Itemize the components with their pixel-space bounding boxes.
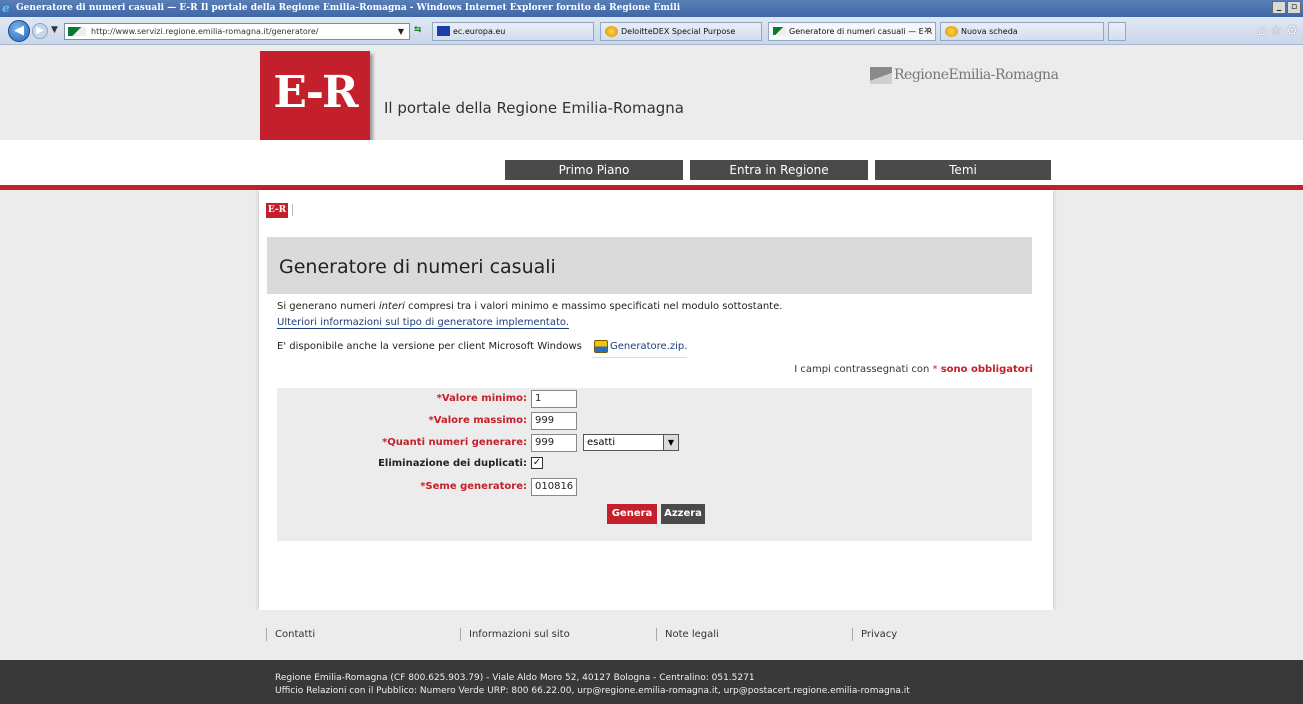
max-value-input[interactable]: 999 (531, 412, 577, 430)
footer-link-info[interactable]: Informazioni sul sito (460, 628, 570, 641)
genera-button[interactable]: Genera (607, 504, 657, 524)
gear-icon[interactable]: ⚙ (1285, 23, 1301, 39)
intro-before: Si generano numeri (277, 301, 379, 312)
min-value-input[interactable]: 1 (531, 390, 577, 408)
maximize-button[interactable]: ▫ (1287, 1, 1301, 14)
region-flag-icon (870, 66, 892, 84)
site-flag-icon (773, 27, 786, 35)
address-dropdown-icon[interactable]: ▼ (394, 24, 408, 39)
footer-address: Regione Emilia-Romagna (CF 800.625.903.7… (275, 673, 755, 683)
main-content: E-R Generatore di numeri casuali Si gene… (259, 190, 1053, 610)
zip-file-icon (594, 340, 608, 353)
client-text: E' disponibile anche la versione per cli… (277, 341, 582, 352)
window-title: Generatore di numeri casuali — E-R Il po… (16, 3, 681, 13)
mode-selected: esatti (587, 437, 616, 448)
forward-arrow-icon[interactable]: ▶ (32, 23, 48, 39)
menu-temi[interactable]: Temi (875, 160, 1051, 180)
menu-primo-piano[interactable]: Primo Piano (505, 160, 683, 180)
address-bar[interactable]: http://www.servizi.regione.emilia-romagn… (64, 23, 410, 40)
browser-right-icons: ⌂☆⚙ (1258, 23, 1301, 39)
tab-label: DeloitteDEX Special Purpose (621, 27, 736, 36)
required-suffix: sono obbligatori (940, 364, 1033, 375)
close-tab-icon[interactable]: ✕ (923, 23, 931, 40)
tab-deloitte[interactable]: DeloitteDEX Special Purpose (600, 22, 762, 41)
refresh-icon[interactable]: ⇆ (414, 25, 430, 38)
mode-select[interactable]: esatti ▼ (583, 434, 679, 451)
ie-page-icon (945, 26, 958, 37)
breadcrumb-home[interactable]: E-R (266, 203, 288, 218)
footer-links: Contatti Informazioni sul sito Note lega… (0, 610, 1303, 660)
menu-entra-in-regione[interactable]: Entra in Regione (690, 160, 868, 180)
required-prefix: I campi contrassegnati con (794, 364, 930, 375)
minimize-button[interactable]: _ (1272, 1, 1286, 14)
page-title: Generatore di numeri casuali (279, 256, 556, 278)
page-title-box: Generatore di numeri casuali (267, 237, 1032, 294)
tab-ec-europa[interactable]: ec.europa.eu (432, 22, 594, 41)
intro-after: compresi tra i valori minimo e massimo s… (404, 301, 783, 312)
history-dropdown-icon[interactable]: ▼ (51, 25, 58, 35)
portal-title: Il portale della Regione Emilia-Romagna (384, 99, 684, 117)
footer-contacts: Regione Emilia-Romagna (CF 800.625.903.7… (0, 660, 1303, 704)
intro-emphasis: interi (378, 301, 405, 312)
new-tab-button[interactable] (1108, 22, 1126, 41)
tab-label: Nuova scheda (961, 27, 1018, 36)
region-logo[interactable]: RegioneEmilia-Romagna (870, 65, 1059, 85)
azzera-button[interactable]: Azzera (661, 504, 705, 524)
zip-link-label: Generatore.zip. (610, 341, 688, 352)
dedup-checkbox[interactable]: ✓ (531, 457, 543, 469)
browser-toolbar: ◀ ▶ ▼ http://www.servizi.regione.emilia-… (0, 17, 1303, 45)
count-label: *Quanti numeri generare: (382, 437, 527, 448)
chevron-down-icon: ▼ (663, 435, 678, 450)
tab-label: Generatore di numeri casuali — E-R I... (789, 27, 936, 36)
footer-pec-link[interactable]: urp@postacert.regione.emilia-romagna.it (724, 686, 910, 696)
tab-label: ec.europa.eu (453, 27, 506, 36)
generator-form: *Valore minimo: 1 *Valore massimo: 999 *… (277, 388, 1032, 541)
home-icon[interactable]: ⌂ (1258, 23, 1270, 39)
footer-link-note-legali[interactable]: Note legali (656, 628, 719, 641)
breadcrumb-separator (292, 204, 293, 216)
window-titlebar: e Generatore di numeri casuali — E-R Il … (0, 0, 1303, 17)
footer-urp-text: Ufficio Relazioni con il Pubblico: Numer… (275, 686, 578, 696)
tab-generatore[interactable]: Generatore di numeri casuali — E-R I... … (768, 22, 936, 41)
footer-email-link[interactable]: urp@regione.emilia-romagna.it (577, 686, 718, 696)
ie-logo-icon: e (2, 1, 10, 15)
address-url: http://www.servizi.regione.emilia-romagn… (91, 27, 319, 36)
dedup-label: Eliminazione dei duplicati: (378, 458, 527, 469)
max-label: *Valore massimo: (428, 415, 527, 426)
required-note: I campi contrassegnati con * sono obblig… (794, 364, 1033, 375)
info-link[interactable]: Ulteriori informazioni sul tipo di gener… (277, 317, 570, 329)
window-controls: _ ▫ (1272, 1, 1301, 14)
er-logo[interactable]: E-R (260, 51, 370, 141)
back-arrow-icon[interactable]: ◀ (8, 20, 30, 42)
zip-download-link[interactable]: Generatore.zip. (592, 338, 688, 358)
intro-text: Si generano numeri interi compresi tra i… (277, 301, 782, 312)
tab-nuova-scheda[interactable]: Nuova scheda (940, 22, 1104, 41)
site-header: E-R Il portale della Regione Emilia-Roma… (0, 45, 1303, 141)
count-input[interactable]: 999 (531, 434, 577, 452)
footer-link-privacy[interactable]: Privacy (852, 628, 897, 641)
required-star: * (932, 364, 938, 375)
min-label: *Valore minimo: (436, 393, 527, 404)
seed-label: *Seme generatore: (420, 481, 527, 492)
region-name: RegioneEmilia-Romagna (894, 67, 1059, 83)
ie-page-icon (605, 26, 618, 37)
eu-flag-icon (437, 26, 450, 36)
site-flag-icon (68, 27, 86, 36)
seed-input[interactable]: 010816 (531, 478, 577, 496)
star-icon[interactable]: ☆ (1270, 23, 1286, 39)
footer-link-contatti[interactable]: Contatti (266, 628, 315, 641)
footer-urp: Ufficio Relazioni con il Pubblico: Numer… (275, 686, 910, 696)
